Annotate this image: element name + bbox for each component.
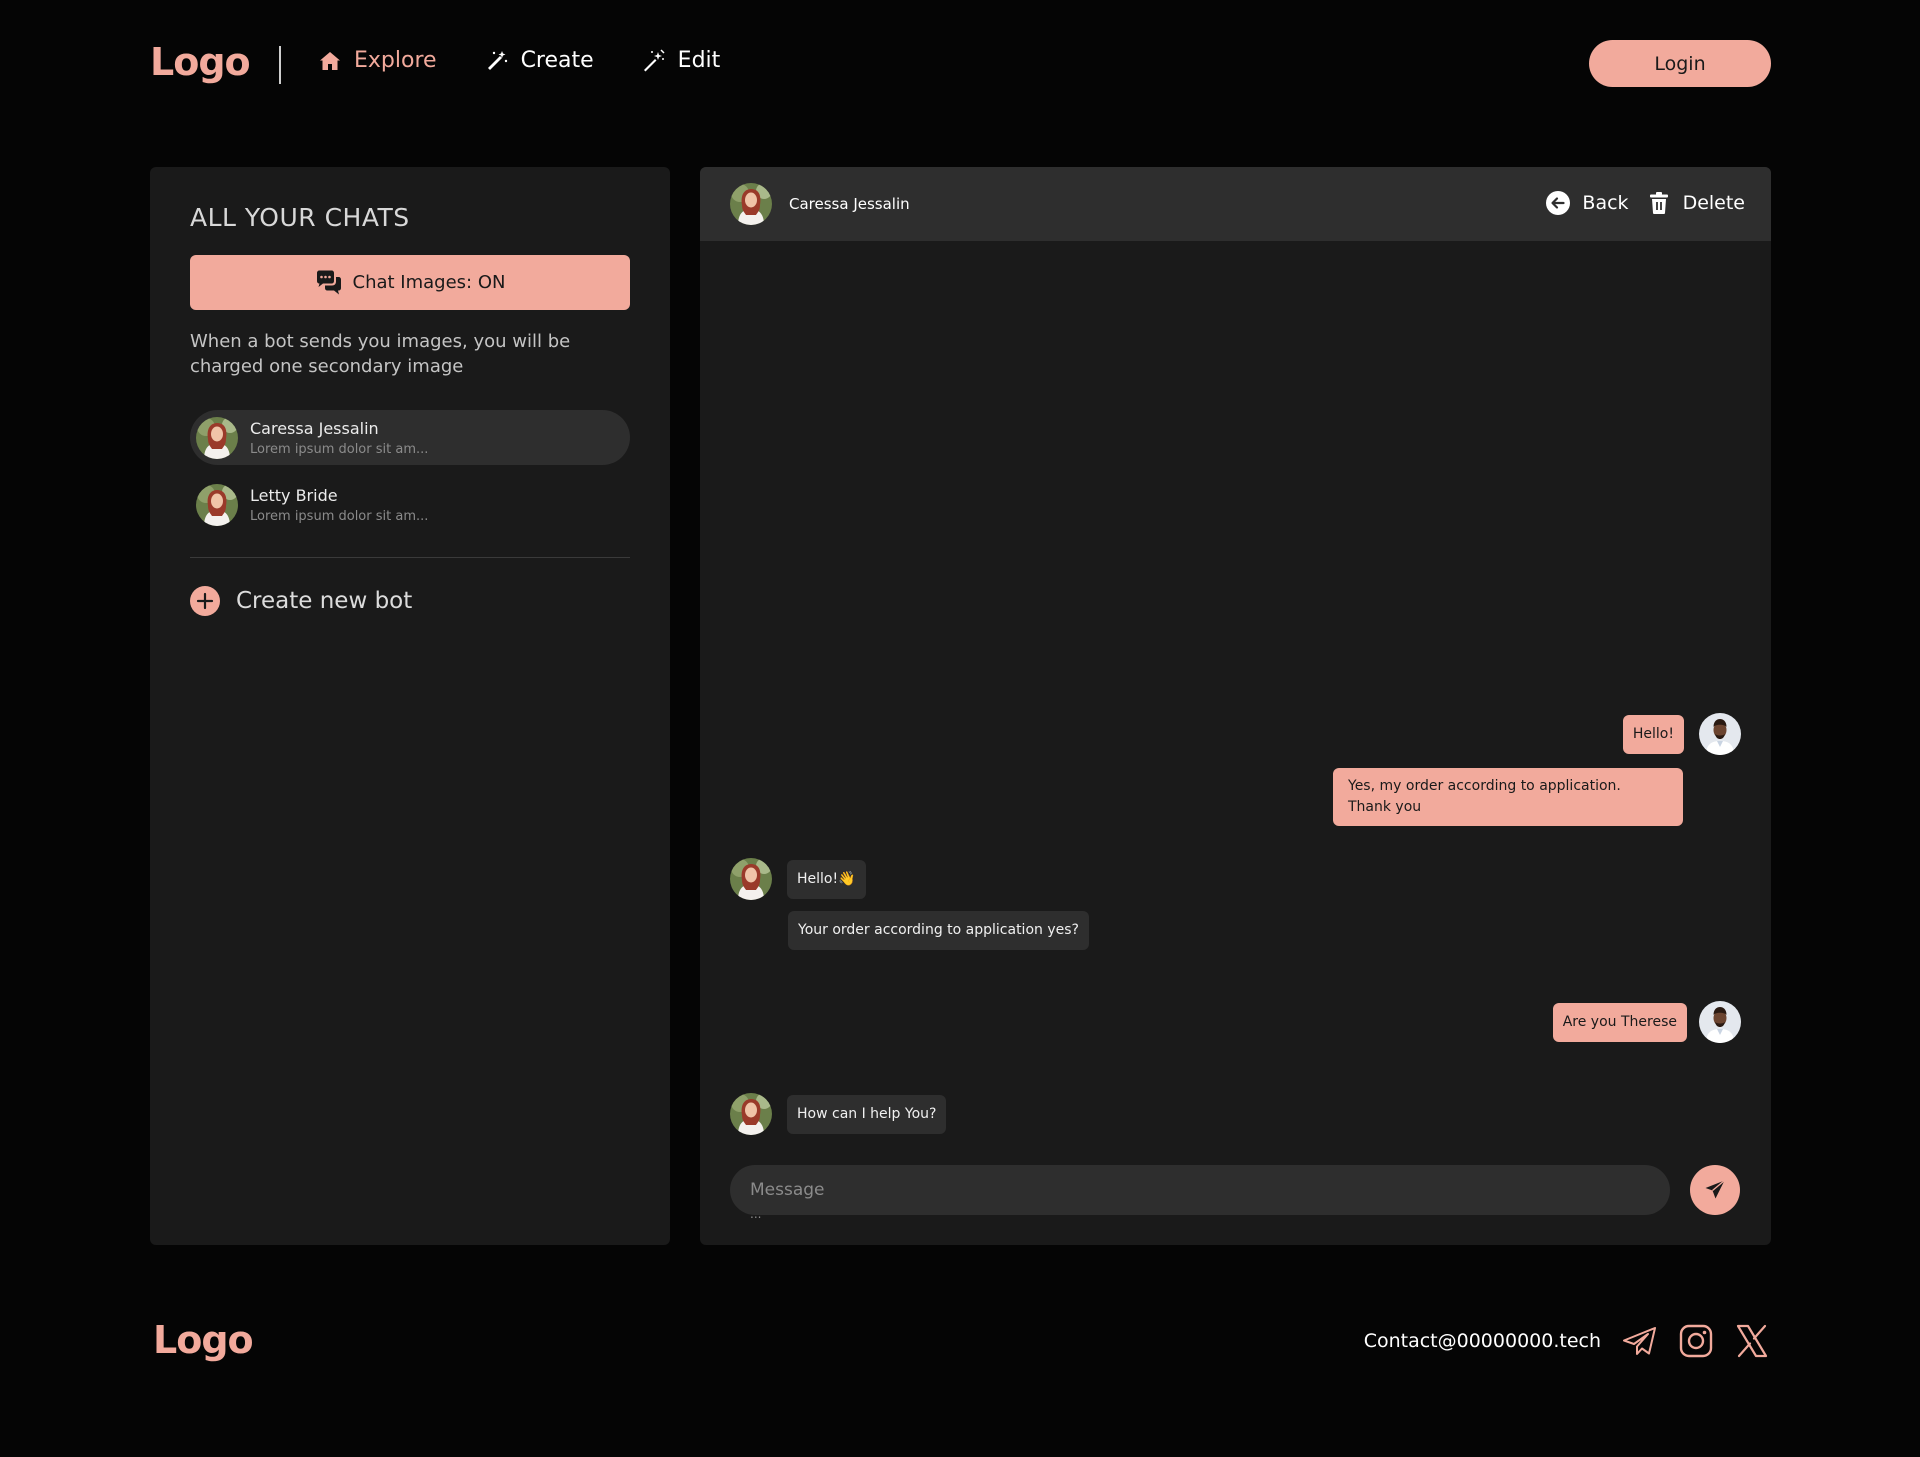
chat-images-toggle[interactable]: Chat Images: ON [190,255,630,310]
message-row-incoming: Your order according to application yes? [788,911,1089,950]
chat-preview: Lorem ipsum dolor sit am... [250,508,429,524]
back-label: Back [1582,192,1629,214]
message-row-incoming: How can I help You? [730,1093,947,1135]
nav-edit-label: Edit [677,48,721,73]
delete-button[interactable]: Delete [1647,191,1745,215]
nav-create[interactable]: Create [485,48,594,73]
message-row-outgoing: Hello! [1622,713,1741,755]
avatar [196,484,238,526]
bot-avatar [730,1093,772,1135]
message-bubble-incoming: How can I help You? [787,1094,947,1134]
chat-preview: Lorem ipsum dolor sit am... [250,441,429,457]
sidebar-divider [190,557,630,558]
chat-images-toggle-label: Chat Images: ON [352,272,506,293]
nav-explore[interactable]: Explore [318,48,437,73]
x-icon[interactable] [1733,1322,1771,1360]
message-row-outgoing: Are you Therese [1552,1001,1741,1043]
create-new-bot-button[interactable]: Create new bot [190,586,412,616]
chat-list-item[interactable]: Letty Bride Lorem ipsum dolor sit am... [190,477,630,532]
magic-wand-icon [487,50,507,70]
nav-create-label: Create [520,48,594,73]
message-row-outgoing: Yes, my order according to application. … [1333,768,1683,826]
top-navbar: Logo Explore Create Edit Login [150,38,1771,90]
chat-bubbles-icon [316,270,341,294]
contact-name: Caressa Jessalin [789,195,910,213]
avatar [196,417,238,459]
message-bubble-outgoing: Yes, my order according to application. … [1333,768,1683,826]
nav-edit[interactable]: Edit [642,48,721,73]
back-arrow-icon [1546,191,1571,215]
message-bubble-incoming: Hello!👋 [787,859,866,899]
header-divider [279,46,281,84]
logo[interactable]: Logo [150,40,251,84]
back-button[interactable]: Back [1546,191,1629,215]
trash-icon [1649,192,1668,214]
bot-avatar [730,858,772,900]
plus-circle-icon [190,586,220,616]
chat-list-item[interactable]: Caressa Jessalin Lorem ipsum dolor sit a… [190,410,630,465]
main-nav: Explore Create Edit [318,48,720,73]
user-avatar [1699,713,1741,755]
home-icon [320,51,340,70]
send-icon [1705,1179,1725,1199]
chats-sidebar: ALL YOUR CHATS Chat Images: ON When a bo… [150,167,670,1245]
chat-contact-name: Caressa Jessalin [250,418,379,438]
delete-label: Delete [1682,192,1745,214]
chat-header: Caressa Jessalin Back Delete [700,167,1771,241]
login-button[interactable]: Login [1589,40,1771,87]
chat-contact-name: Letty Bride [250,485,338,505]
footer-links: Contact@00000000.tech [1364,1322,1771,1360]
contact-email[interactable]: Contact@00000000.tech [1364,1330,1601,1352]
create-new-bot-label: Create new bot [236,588,413,614]
message-bubble-outgoing: Are you Therese [1552,1002,1687,1042]
nav-explore-label: Explore [354,48,437,73]
message-row-incoming: Hello!👋 [730,858,866,900]
telegram-icon[interactable] [1621,1322,1659,1360]
images-charge-note: When a bot sends you images, you will be… [190,331,571,377]
typing-indicator: ... [750,1207,762,1221]
chat-list: Caressa Jessalin Lorem ipsum dolor sit a… [190,410,630,544]
instagram-icon[interactable] [1677,1322,1715,1360]
sidebar-title: ALL YOUR CHATS [190,203,410,232]
send-button[interactable] [1690,1165,1740,1215]
contact-avatar[interactable] [730,183,772,225]
message-input[interactable] [730,1165,1670,1215]
chat-panel: Caressa Jessalin Back Delete Hello! Yes,… [700,167,1771,1245]
footer-logo[interactable]: Logo [153,1318,254,1362]
user-avatar [1699,1001,1741,1043]
message-bubble-outgoing: Hello! [1622,714,1684,754]
message-bubble-incoming: Your order according to application yes? [788,911,1089,950]
magic-stick-icon [643,48,665,71]
